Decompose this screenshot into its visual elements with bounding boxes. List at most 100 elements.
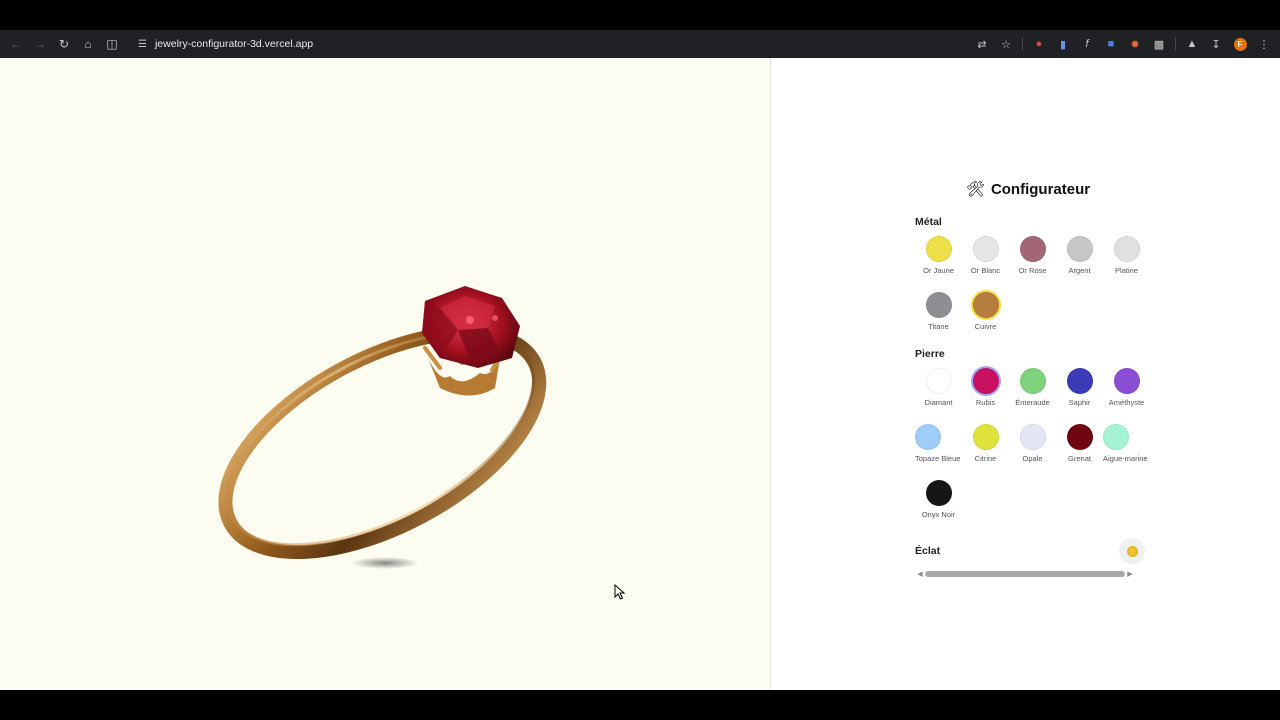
extension-fx-icon[interactable]: f — [1075, 32, 1099, 56]
metal-option-label: Titane — [928, 322, 949, 331]
metal-option-label: Cuivre — [974, 322, 997, 331]
brightness-label: Éclat — [915, 545, 941, 557]
metal-option-label: Or Blanc — [970, 266, 1001, 275]
extensions-area: ⇄ ☆ ● ▮ f ■ ✹ ▩ ▲ ↧ F ⋮ — [970, 30, 1276, 58]
stone-option-label: Améthyste — [1108, 398, 1145, 407]
hammer-wrench-icon: 🛠 — [965, 181, 985, 198]
translate-icon[interactable]: ⇄ — [970, 32, 994, 56]
stone-swatch[interactable] — [1019, 368, 1046, 394]
reload-icon[interactable]: ↻ — [52, 32, 76, 56]
stone-option-topaze-bleue[interactable]: Topaze Bleue — [915, 422, 962, 476]
3d-viewport[interactable] — [0, 58, 771, 690]
stone-option-label: Grenat — [1068, 454, 1091, 463]
metal-option-or-rose[interactable]: Or Rose — [1009, 234, 1056, 288]
stone-option-label: Onyx Noir — [921, 510, 956, 519]
stone-swatch[interactable] — [1103, 424, 1129, 450]
stone-option-label: Diamant — [924, 398, 953, 407]
profile-switch-icon[interactable]: ▲ — [1180, 32, 1204, 56]
stone-option-label: Saphir — [1068, 398, 1091, 407]
stone-swatch[interactable] — [1066, 424, 1093, 450]
stone-swatch[interactable] — [925, 480, 952, 506]
stone-option-label: Rubis — [975, 398, 996, 407]
metal-option-label: Platine — [1115, 266, 1138, 275]
ruby-gemstone — [422, 286, 520, 368]
menu-kebab-icon[interactable]: ⋮ — [1252, 32, 1276, 56]
top-letterbox — [0, 0, 1280, 30]
metal-swatch[interactable] — [925, 292, 952, 318]
stone-option-citrine[interactable]: Citrine — [962, 422, 1009, 476]
ring-render — [218, 286, 547, 569]
stone-options: Diamant Rubis Émeraude Saphir Améthyste Topaz… — [915, 366, 1148, 532]
extensions-puzzle-icon[interactable]: ▩ — [1147, 32, 1171, 56]
forward-icon[interactable]: → — [28, 32, 52, 56]
extension-sun-icon[interactable]: ✹ — [1123, 32, 1147, 56]
stone-option-grenat[interactable]: Grenat — [1056, 422, 1103, 476]
metal-swatch[interactable] — [972, 292, 999, 318]
metal-option-titane[interactable]: Titane — [915, 290, 962, 344]
stone-swatch[interactable] — [1113, 368, 1140, 394]
stone-option-aigue-marine[interactable]: Aigue-marine — [1103, 422, 1150, 476]
scrollbar-thumb[interactable] — [925, 571, 1125, 577]
brightness-sun-icon[interactable] — [1119, 538, 1145, 564]
stone-option-diamant[interactable]: Diamant — [915, 366, 962, 420]
stone-swatch[interactable] — [915, 424, 941, 450]
download-icon[interactable]: ↧ — [1204, 32, 1228, 56]
horizontal-scrollbar[interactable]: ◀ ▶ — [915, 570, 1145, 578]
address-bar[interactable]: ☰ jewelry-configurator-3d.vercel.app — [130, 33, 321, 55]
stone-option-label: Opale — [1022, 454, 1043, 463]
stone-option-label: Aigue-marine — [1103, 454, 1148, 463]
stone-option-opale[interactable]: Opale — [1009, 422, 1056, 476]
site-info-icon[interactable]: ☰ — [138, 39, 147, 50]
stone-section-label: Pierre — [915, 348, 945, 360]
bottom-letterbox — [0, 690, 1280, 720]
stone-swatch[interactable] — [925, 368, 952, 394]
stone-swatch[interactable] — [972, 424, 999, 450]
metal-option-label: Argent — [1068, 266, 1091, 275]
stone-option-amethyste[interactable]: Améthyste — [1103, 366, 1150, 420]
stone-option-emeraude[interactable]: Émeraude — [1009, 366, 1056, 420]
stone-option-label: Émeraude — [1015, 398, 1050, 407]
stone-option-label: Topaze Bleue — [915, 454, 961, 463]
metal-swatch[interactable] — [1066, 236, 1093, 262]
metal-option-argent[interactable]: Argent — [1056, 234, 1103, 288]
stone-option-rubis[interactable]: Rubis — [962, 366, 1009, 420]
mouse-cursor-icon — [614, 584, 626, 600]
browser-toolbar: ← → ↻ ⌂ ◫ ☰ jewelry-configurator-3d.verc… — [0, 30, 1280, 58]
metal-swatch[interactable] — [1019, 236, 1046, 262]
stone-swatch[interactable] — [1066, 368, 1093, 394]
metal-section-label: Métal — [915, 216, 942, 228]
bookmark-star-icon[interactable]: ☆ — [994, 32, 1018, 56]
scroll-right-icon[interactable]: ▶ — [1125, 570, 1135, 578]
side-panel-icon[interactable]: ◫ — [100, 32, 124, 56]
stone-option-onyx-noir[interactable]: Onyx Noir — [915, 478, 962, 532]
scroll-left-icon[interactable]: ◀ — [915, 570, 925, 578]
extension-doc-icon[interactable]: ▮ — [1051, 32, 1075, 56]
back-icon[interactable]: ← — [4, 32, 28, 56]
configurator-title: 🛠 Configurateur — [965, 180, 1091, 199]
metal-option-or-jaune[interactable]: Or Jaune — [915, 234, 962, 288]
url-text: jewelry-configurator-3d.vercel.app — [154, 38, 314, 50]
metal-swatch[interactable] — [1113, 236, 1140, 262]
stone-swatch[interactable] — [1019, 424, 1046, 450]
toolbar-divider — [1175, 37, 1176, 51]
metal-option-or-blanc[interactable]: Or Blanc — [962, 234, 1009, 288]
stone-option-saphir[interactable]: Saphir — [1056, 366, 1103, 420]
extension-blue-icon[interactable]: ■ — [1099, 32, 1123, 56]
metal-option-cuivre[interactable]: Cuivre — [962, 290, 1009, 344]
profile-avatar[interactable]: F — [1228, 32, 1252, 56]
metal-options: Or Jaune Or Blanc Or Rose Argent Platine Tita… — [915, 234, 1145, 344]
stone-swatch[interactable] — [972, 368, 999, 394]
brightness-control: Éclat — [915, 538, 1145, 564]
metal-option-label: Or Jaune — [923, 266, 954, 275]
home-icon[interactable]: ⌂ — [76, 32, 100, 56]
metal-swatch[interactable] — [972, 236, 999, 262]
metal-option-label: Or Rose — [1018, 266, 1047, 275]
metal-swatch[interactable] — [925, 236, 952, 262]
ring-shadow — [351, 557, 419, 569]
extension-red-icon[interactable]: ● — [1027, 32, 1051, 56]
config-panel: 🛠 Configurateur Métal Or Jaune Or Blanc Or… — [771, 58, 1280, 690]
stone-option-label: Citrine — [974, 454, 997, 463]
metal-option-platine[interactable]: Platine — [1103, 234, 1150, 288]
toolbar-divider — [1022, 37, 1023, 51]
configurator: 🛠 Configurateur Métal Or Jaune Or Blanc Or… — [915, 180, 1148, 578]
